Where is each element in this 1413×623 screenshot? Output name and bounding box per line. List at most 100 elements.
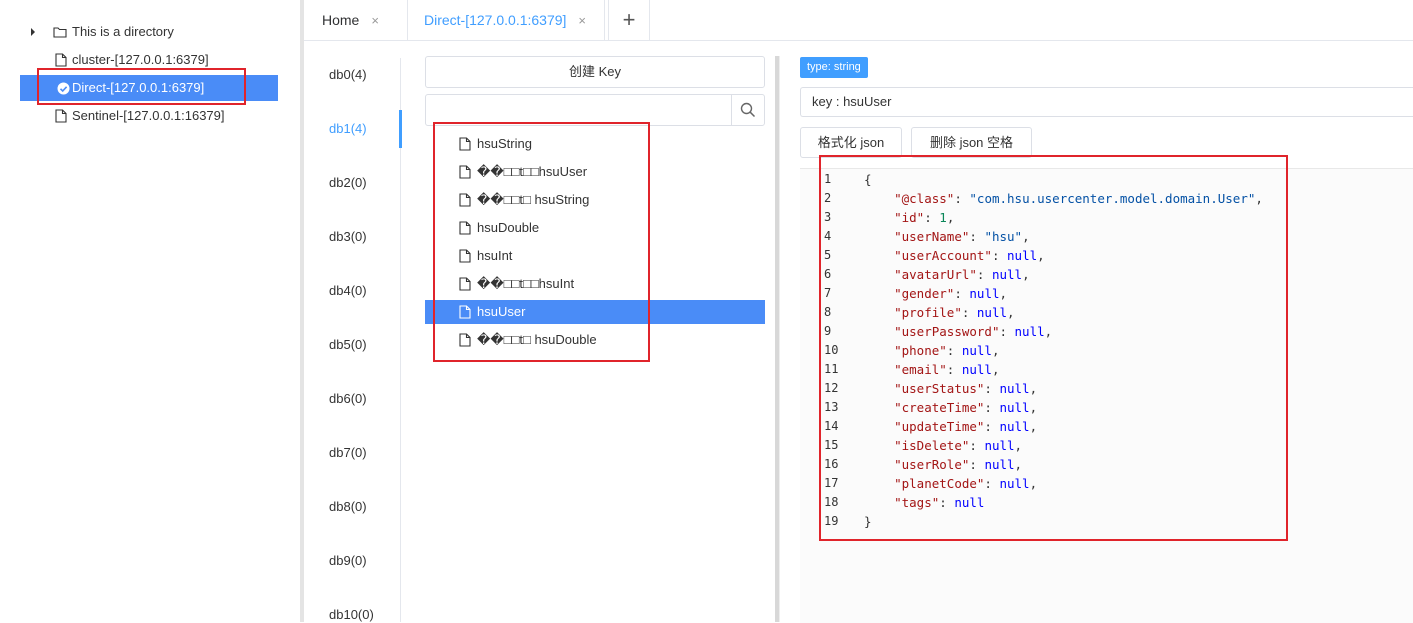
db-active-indicator: [399, 110, 402, 148]
code-line: "createTime": null,: [894, 400, 1038, 415]
key-search-box: [425, 94, 765, 126]
line-number: 19: [824, 514, 839, 528]
line-number: 3: [824, 210, 832, 224]
key-label: hsuInt: [477, 248, 513, 263]
file-icon: [459, 193, 471, 207]
tab-label: Home: [322, 12, 360, 28]
keylist-splitter-edge: [779, 56, 780, 622]
add-tab-button[interactable]: +: [608, 0, 650, 40]
folder-icon: [53, 27, 67, 38]
db-item[interactable]: db7(0): [329, 445, 367, 460]
code-line: "planetCode": null,: [894, 476, 1038, 491]
line-number: 17: [824, 476, 839, 490]
key-search-input[interactable]: [430, 99, 730, 123]
db-item[interactable]: db6(0): [329, 391, 367, 406]
code-line: "userPassword": null,: [894, 324, 1053, 339]
file-icon: [459, 277, 471, 291]
key-item[interactable]: hsuString: [425, 132, 765, 156]
file-icon: [459, 249, 471, 263]
key-label: ��□□t□□hsuUser: [477, 164, 588, 179]
key-item[interactable]: hsuInt: [425, 244, 765, 268]
tab-label: Direct-[127.0.0.1:6379]: [424, 12, 567, 28]
code-line: {: [864, 172, 872, 187]
line-number: 11: [824, 362, 839, 376]
code-line: "tags": null: [894, 495, 985, 510]
code-line: }: [864, 514, 872, 529]
tab-bar: Home × Direct-[127.0.0.1:6379] × +: [304, 0, 1413, 41]
key-label: ��□□t□ hsuString: [477, 192, 590, 207]
tree-item-label: Sentinel-[127.0.0.1:16379]: [72, 108, 225, 123]
db-item[interactable]: db1(4): [329, 121, 367, 136]
line-number: 7: [824, 286, 832, 300]
file-icon: [55, 53, 67, 67]
line-number: 5: [824, 248, 832, 262]
code-line: "profile": null,: [894, 305, 1015, 320]
code-line: "id": 1,: [894, 210, 955, 225]
tree-item-label: This is a directory: [72, 24, 174, 39]
db-item[interactable]: db8(0): [329, 499, 367, 514]
db-item[interactable]: db4(0): [329, 283, 367, 298]
db-item[interactable]: db0(4): [329, 67, 367, 82]
line-number: 18: [824, 495, 839, 509]
db-item[interactable]: db2(0): [329, 175, 367, 190]
editor-gutter: 1 2 3 4 5 6 7 8 9 10 11 12 13 14 15 16 17 18 19: [800, 169, 848, 623]
line-number: 13: [824, 400, 839, 414]
file-icon: [459, 333, 471, 347]
key-item[interactable]: ��□□t□□hsuInt: [425, 272, 765, 296]
annotation-box: [433, 122, 650, 362]
code-line: "@class": "com.hsu.usercenter.model.doma…: [894, 191, 1263, 206]
code-line: "gender": null,: [894, 286, 1008, 301]
file-icon: [459, 137, 471, 151]
line-number: 14: [824, 419, 839, 433]
file-icon: [459, 305, 471, 319]
key-label: ��□□t□□hsuInt: [477, 276, 575, 291]
caret-right-icon[interactable]: [28, 27, 38, 37]
db-item[interactable]: db5(0): [329, 337, 367, 352]
key-item-selected[interactable]: hsuUser: [425, 300, 765, 324]
db-item[interactable]: db10(0): [329, 607, 374, 622]
format-json-button[interactable]: 格式化 json: [800, 127, 902, 158]
line-number: 10: [824, 343, 839, 357]
left-splitter[interactable]: [300, 0, 304, 622]
check-circle-icon: [57, 82, 70, 95]
line-number: 4: [824, 229, 832, 243]
line-number: 8: [824, 305, 832, 319]
code-line: "email": null,: [894, 362, 1000, 377]
code-line: "updateTime": null,: [894, 419, 1038, 434]
key-label: hsuUser: [477, 304, 526, 319]
connection-tree: This is a directory cluster-[127.0.0.1:6…: [0, 0, 300, 622]
search-button[interactable]: [731, 95, 764, 125]
line-number: 6: [824, 267, 832, 281]
code-line: "isDelete": null,: [894, 438, 1023, 453]
tree-item-label: Direct-[127.0.0.1:6379]: [72, 80, 205, 95]
file-icon: [459, 165, 471, 179]
code-line: "userAccount": null,: [894, 248, 1045, 263]
type-tag: type: string: [800, 57, 868, 78]
code-line: "userStatus": null,: [894, 381, 1038, 396]
close-icon[interactable]: ×: [371, 13, 379, 28]
code-line: "userRole": null,: [894, 457, 1023, 472]
code-line: "phone": null,: [894, 343, 1000, 358]
line-number: 15: [824, 438, 839, 452]
key-label: ��□□t□ hsuDouble: [477, 332, 597, 347]
db-item[interactable]: db9(0): [329, 553, 367, 568]
key-item[interactable]: hsuDouble: [425, 216, 765, 240]
remove-json-spaces-button[interactable]: 删除 json 空格: [911, 127, 1032, 158]
file-icon: [459, 221, 471, 235]
code-line: "avatarUrl": null,: [894, 267, 1030, 282]
key-item[interactable]: ��□□t□ hsuString: [425, 188, 765, 212]
line-number: 2: [824, 191, 832, 205]
close-icon[interactable]: ×: [578, 13, 586, 28]
key-item[interactable]: ��□□t□□hsuUser: [425, 160, 765, 184]
tab-home[interactable]: Home ×: [322, 0, 406, 40]
db-item[interactable]: db3(0): [329, 229, 367, 244]
json-editor[interactable]: 1 2 3 4 5 6 7 8 9 10 11 12 13 14 15 16 17 18 19 { "@class"…: [800, 168, 1413, 623]
key-label: hsuString: [477, 136, 532, 151]
key-label: hsuDouble: [477, 220, 540, 235]
create-key-button[interactable]: 创建 Key: [425, 56, 765, 88]
key-name-field[interactable]: key : hsuUser: [800, 87, 1413, 117]
tree-item-direct[interactable]: Direct-[127.0.0.1:6379]: [20, 75, 278, 101]
file-icon: [55, 109, 67, 123]
tab-direct[interactable]: Direct-[127.0.0.1:6379] ×: [407, 0, 605, 40]
key-item[interactable]: ��□□t□ hsuDouble: [425, 328, 765, 352]
